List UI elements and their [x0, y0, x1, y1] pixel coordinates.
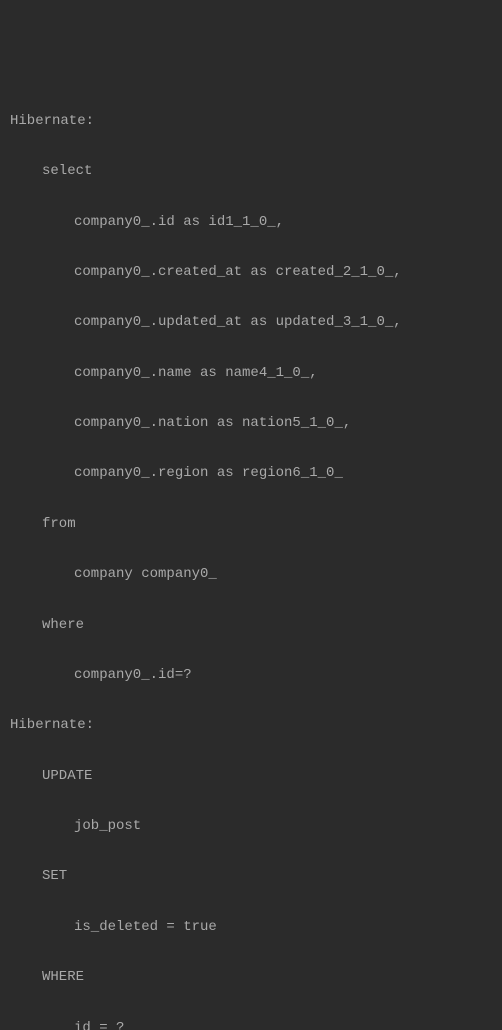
sql-column: company0_.updated_at as updated_3_1_0_, — [10, 310, 492, 335]
sql-column: company0_.name as name4_1_0_, — [10, 361, 492, 386]
sql-keyword: from — [10, 512, 492, 537]
log-line: Hibernate: — [10, 109, 492, 134]
sql-column: company0_.created_at as created_2_1_0_, — [10, 260, 492, 285]
sql-column: company0_.nation as nation5_1_0_, — [10, 411, 492, 436]
sql-keyword: WHERE — [10, 965, 492, 990]
log-line: Hibernate: — [10, 713, 492, 738]
sql-table: company company0_ — [10, 562, 492, 587]
sql-keyword: select — [10, 159, 492, 184]
sql-keyword: where — [10, 613, 492, 638]
sql-keyword: SET — [10, 864, 492, 889]
sql-condition: id = ? — [10, 1016, 492, 1030]
sql-column: company0_.id as id1_1_0_, — [10, 210, 492, 235]
sql-condition: company0_.id=? — [10, 663, 492, 688]
sql-set-clause: is_deleted = true — [10, 915, 492, 940]
sql-column: company0_.region as region6_1_0_ — [10, 461, 492, 486]
sql-table: job_post — [10, 814, 492, 839]
sql-keyword: UPDATE — [10, 764, 492, 789]
